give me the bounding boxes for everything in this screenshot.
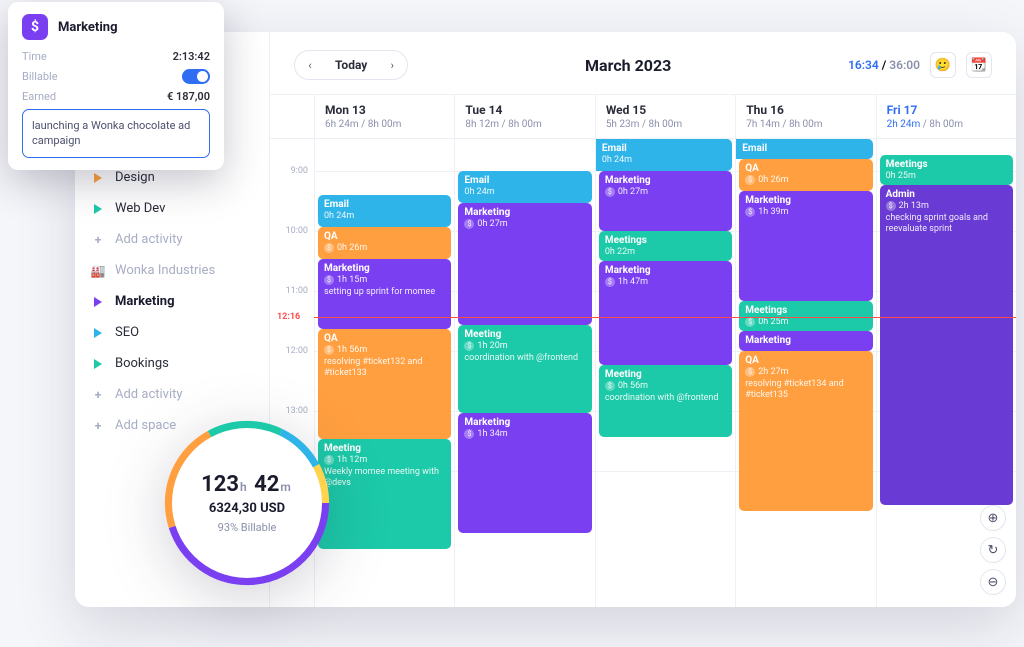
- plus-icon: +: [91, 419, 105, 433]
- popup-time-value: 2:13:42: [173, 50, 210, 63]
- calendar-event[interactable]: Email0h 24m: [458, 171, 591, 203]
- calendar-event[interactable]: Meetings$0h 25m: [739, 301, 872, 331]
- popup-earned-value: € 187,00: [167, 90, 210, 103]
- calendar-event[interactable]: Email0h 24m: [596, 139, 732, 171]
- play-icon: [91, 357, 105, 371]
- sidebar-item-webdev[interactable]: Web Dev: [75, 193, 269, 224]
- popup-billable-label: Billable: [22, 70, 58, 83]
- emoji-icon[interactable]: 🥲: [930, 52, 956, 78]
- calendar-event[interactable]: Marketing$1h 15msetting up sprint for mo…: [318, 259, 451, 329]
- day-header-mon[interactable]: Mon 136h 24m / 8h 00m: [314, 95, 454, 138]
- donut-billable-pct: 93% Billable: [218, 521, 277, 534]
- play-icon: [91, 171, 105, 185]
- calendar-event[interactable]: Marketing$0h 27m: [599, 171, 732, 231]
- calendar-event[interactable]: Marketing$1h 39m: [739, 191, 872, 301]
- day-header-tue[interactable]: Tue 148h 12m / 8h 00m: [454, 95, 594, 138]
- calendar-event[interactable]: QA$2h 27mresolving #ticket134 and #ticke…: [739, 351, 872, 511]
- prev-week-button[interactable]: ‹: [299, 54, 321, 76]
- week-time-ratio: 16:34 / 36:00: [848, 58, 920, 72]
- day-column-tue[interactable]: Email0h 24mMarketing$0h 27mMeeting$1h 20…: [454, 139, 594, 607]
- calendar-event[interactable]: Admin$2h 13mchecking sprint goals and re…: [880, 185, 1013, 505]
- now-line: [314, 317, 1016, 318]
- day-header-fri[interactable]: Fri 172h 24m / 8h 00m: [876, 95, 1016, 138]
- summary-donut: 123h 42m 6324,30 USD 93% Billable: [152, 408, 342, 598]
- calendar-event[interactable]: Email0h 24m: [318, 195, 451, 227]
- sidebar-item-label: Wonka Industries: [115, 263, 215, 278]
- sidebar-item-label: Marketing: [115, 294, 175, 309]
- next-week-button[interactable]: ›: [381, 54, 403, 76]
- plus-icon: +: [91, 388, 105, 402]
- billable-toggle[interactable]: [182, 69, 210, 84]
- day-column-thu[interactable]: EmailQA$0h 26mMarketing$1h 39mMeetings$0…: [735, 139, 875, 607]
- calendar-title: March 2023: [422, 56, 834, 75]
- toolbar: ‹ Today › March 2023 16:34 / 36:00 🥲 📆: [270, 32, 1016, 94]
- popup-time-label: Time: [22, 50, 47, 63]
- day-column-wed[interactable]: Email0h 24mMarketing$0h 27mMeetings0h 22…: [595, 139, 735, 607]
- calendar-event[interactable]: Marketing$1h 47m: [599, 261, 732, 365]
- calendar-event[interactable]: QA$0h 26m: [739, 159, 872, 191]
- calendar-range-icon[interactable]: 📆: [966, 52, 992, 78]
- zoom-in-button[interactable]: ⊕: [980, 505, 1006, 531]
- week-header: Mon 136h 24m / 8h 00m Tue 148h 12m / 8h …: [270, 94, 1016, 139]
- play-icon: [91, 295, 105, 309]
- sidebar-item-bookings[interactable]: Bookings: [75, 348, 269, 379]
- zoom-reset-button[interactable]: ↻: [980, 537, 1006, 563]
- popup-note-input[interactable]: launching a Wonka chocolate ad campaign: [22, 109, 210, 158]
- building-icon: 🏭: [91, 264, 105, 278]
- hour-label: 12:00: [286, 346, 308, 356]
- sidebar-add-activity[interactable]: + Add activity: [75, 224, 269, 255]
- calendar-event[interactable]: Meeting$1h 20mcoordination with @fronten…: [458, 325, 591, 413]
- plus-icon: +: [91, 233, 105, 247]
- zoom-controls: ⊕ ↻ ⊖: [980, 505, 1006, 595]
- today-button[interactable]: Today: [327, 58, 375, 72]
- dollar-icon: $: [22, 14, 48, 40]
- calendar-event[interactable]: Email: [736, 139, 872, 159]
- sidebar-item-label: Bookings: [115, 356, 169, 371]
- calendar-event[interactable]: Marketing$0h 27m: [458, 203, 591, 325]
- calendar-event[interactable]: Marketing$1h 34m: [458, 413, 591, 533]
- sidebar-item-marketing[interactable]: Marketing: [75, 286, 269, 317]
- sidebar-item-label: Add activity: [115, 232, 183, 247]
- day-header-wed[interactable]: Wed 155h 23m / 8h 00m: [595, 95, 735, 138]
- popup-earned-label: Earned: [22, 90, 56, 103]
- main-panel: ‹ Today › March 2023 16:34 / 36:00 🥲 📆 M…: [270, 32, 1016, 607]
- calendar-event[interactable]: Meeting$0h 56mcoordination with @fronten…: [599, 365, 732, 437]
- sidebar-item-label: Design: [115, 170, 155, 185]
- sidebar-item-label: SEO: [115, 325, 139, 340]
- day-header-thu[interactable]: Thu 167h 14m / 8h 00m: [735, 95, 875, 138]
- play-icon: [91, 202, 105, 216]
- calendar-event[interactable]: Marketing: [739, 331, 872, 351]
- hour-label: 9:00: [291, 166, 308, 176]
- activity-popup: $ Marketing Time 2:13:42 Billable Earned €…: [8, 2, 224, 170]
- sidebar-item-label: Add activity: [115, 387, 183, 402]
- donut-earned: 6324,30 USD: [209, 501, 285, 516]
- now-time-label: 12:16: [274, 312, 303, 322]
- donut-total-time: 123h 42m: [201, 472, 293, 497]
- zoom-out-button[interactable]: ⊖: [980, 569, 1006, 595]
- popup-title: Marketing: [58, 20, 118, 35]
- sidebar-space-wonka[interactable]: 🏭 Wonka Industries: [75, 255, 269, 286]
- sidebar-item-seo[interactable]: SEO: [75, 317, 269, 348]
- week-nav: ‹ Today ›: [294, 50, 408, 80]
- calendar-event[interactable]: Meetings0h 22m: [599, 231, 732, 261]
- sidebar-item-label: Web Dev: [115, 201, 165, 216]
- calendar-event[interactable]: Meetings0h 25m: [880, 155, 1013, 185]
- calendar-event[interactable]: QA$0h 26m: [318, 227, 451, 259]
- hour-label: 11:00: [286, 286, 308, 296]
- sidebar-add-activity[interactable]: + Add activity: [75, 379, 269, 410]
- toolbar-right: 16:34 / 36:00 🥲 📆: [848, 52, 992, 78]
- play-icon: [91, 326, 105, 340]
- hour-label: 10:00: [286, 226, 308, 236]
- calendar-grid[interactable]: 9:00 10:00 11:00 12:00 13:00 Email0h 24m…: [270, 139, 1016, 607]
